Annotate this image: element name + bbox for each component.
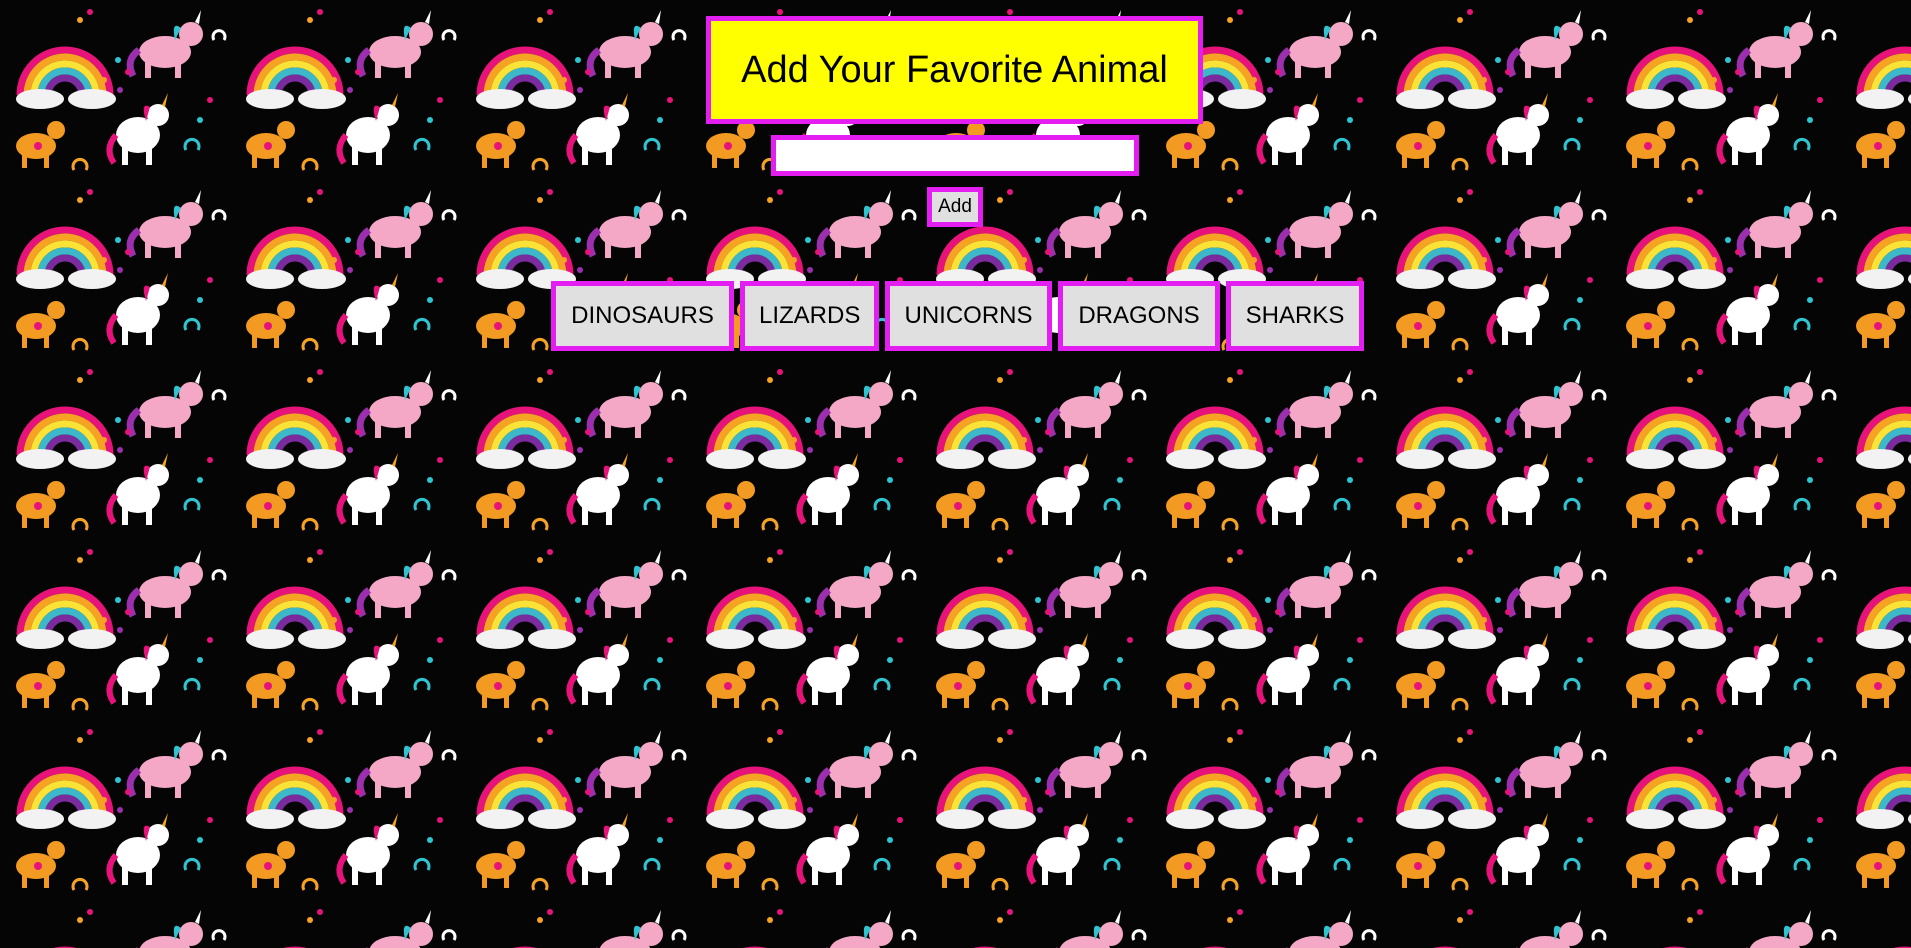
animal-name-input[interactable] [771, 135, 1139, 176]
page-content: Add Your Favorite Animal Add DINOSAURS L… [0, 0, 1911, 948]
animal-button-unicorns[interactable]: UNICORNS [885, 281, 1052, 351]
title-banner: Add Your Favorite Animal [706, 16, 1203, 124]
animal-button-lizards[interactable]: LIZARDS [740, 281, 879, 351]
animal-button-dinosaurs[interactable]: DINOSAURS [551, 281, 734, 351]
animal-button-list: DINOSAURS LIZARDS UNICORNS DRAGONS SHARK… [551, 281, 1364, 351]
animal-button-dragons[interactable]: DRAGONS [1058, 281, 1220, 351]
animal-button-sharks[interactable]: SHARKS [1226, 281, 1364, 351]
page-title: Add Your Favorite Animal [741, 48, 1168, 91]
add-button[interactable]: Add [927, 187, 983, 227]
